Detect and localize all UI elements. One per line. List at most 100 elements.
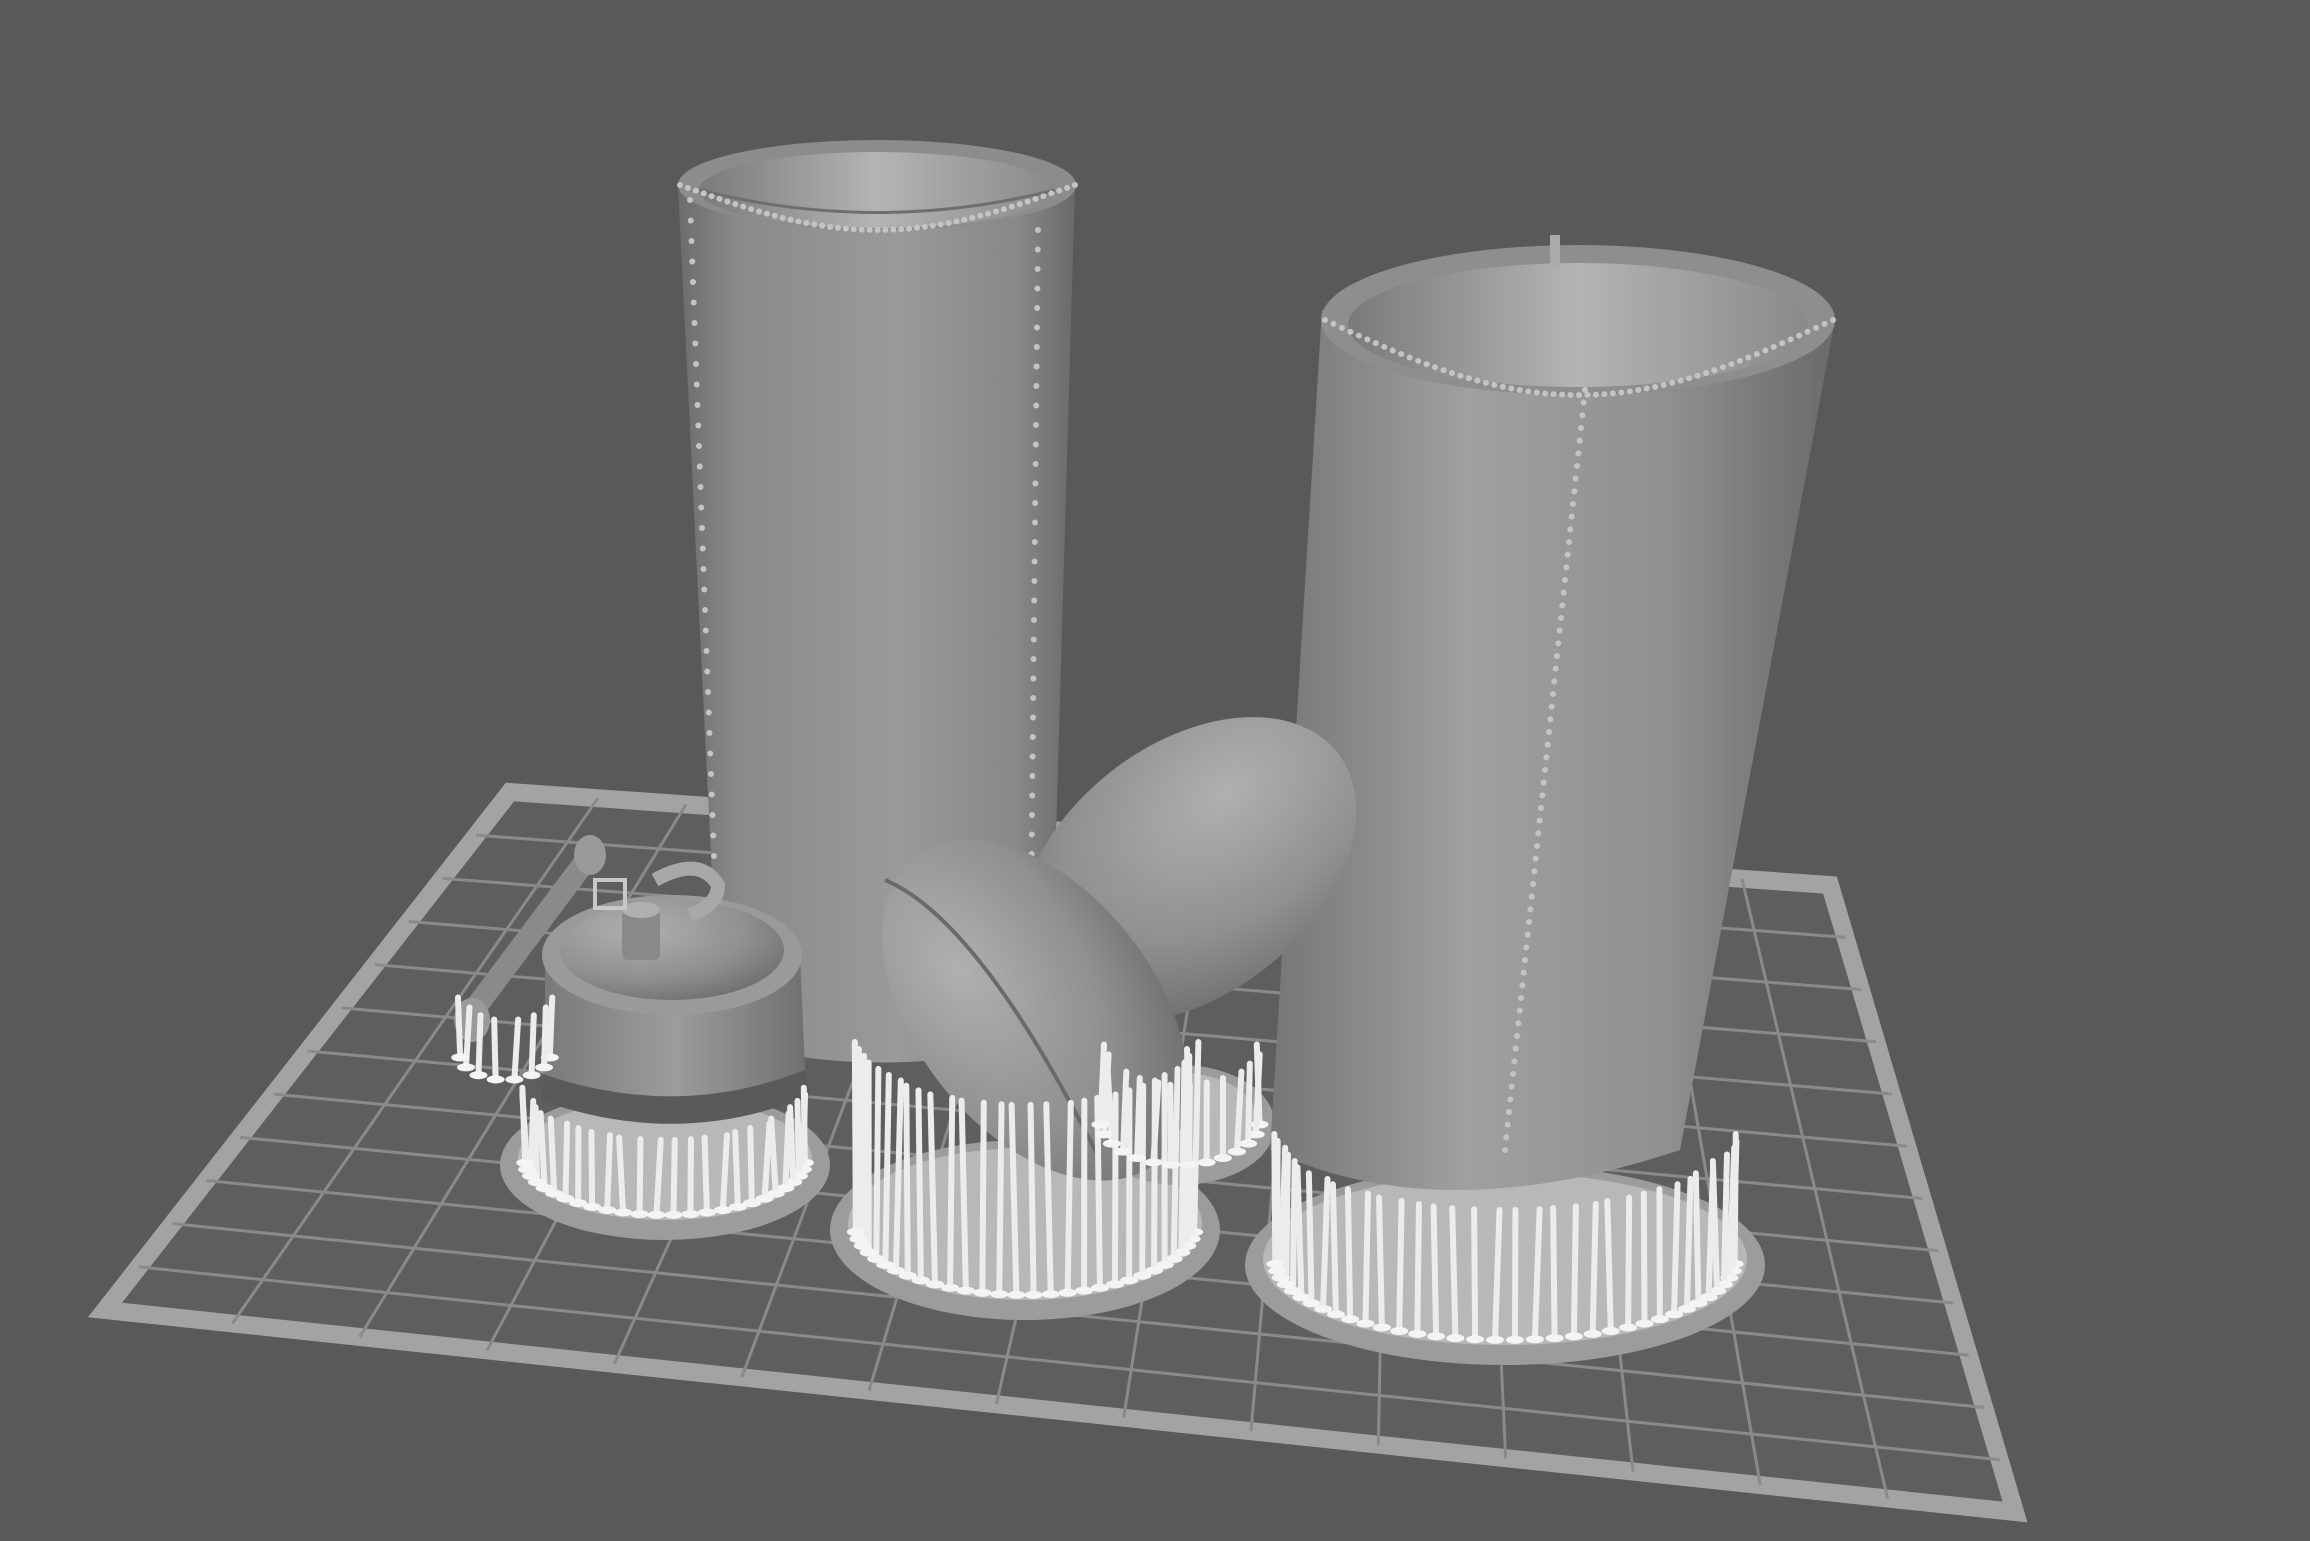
support-pillar: [918, 1090, 920, 1280]
rivet: [1491, 382, 1497, 388]
rivet: [1025, 199, 1031, 205]
rivet: [1805, 329, 1811, 335]
rivet: [1541, 780, 1547, 786]
rivet: [1547, 716, 1553, 722]
rivet: [1703, 370, 1709, 376]
rivet: [1830, 317, 1836, 323]
support-foot: [1114, 1148, 1132, 1156]
rivet: [1530, 881, 1536, 887]
rivet: [1661, 382, 1667, 388]
rivet: [1031, 598, 1037, 604]
rivet: [1562, 577, 1568, 583]
rivet: [689, 238, 695, 244]
rivet: [1593, 392, 1599, 398]
rivet: [1522, 957, 1528, 963]
rivet: [1031, 656, 1037, 662]
support-foot: [516, 1159, 534, 1167]
rivet: [1330, 321, 1336, 327]
rivet: [695, 402, 701, 408]
rivet: [1652, 384, 1658, 390]
support-pillar: [1452, 1208, 1455, 1338]
support-pillar: [1574, 1206, 1576, 1336]
support-pillar: [1474, 1209, 1475, 1339]
scene-canvas[interactable]: [0, 0, 2310, 1541]
rivet: [698, 505, 704, 511]
rivet: [1364, 336, 1370, 342]
rivet: [1034, 325, 1040, 331]
rivet: [993, 208, 999, 214]
rivet: [709, 193, 715, 199]
support-pillar: [982, 1103, 983, 1293]
support-pillar: [551, 1119, 554, 1194]
rivet: [701, 566, 707, 572]
support-foot: [698, 1208, 716, 1216]
support-pillar: [1417, 1204, 1419, 1334]
rivet: [1565, 552, 1571, 558]
support-foot: [1075, 1287, 1093, 1295]
support-pillar: [1644, 1194, 1645, 1324]
support-foot: [523, 1071, 541, 1079]
support-pillar: [876, 1069, 878, 1259]
rivet: [696, 443, 702, 449]
rivet: [938, 221, 944, 227]
rivet: [1510, 1071, 1516, 1077]
rivet: [1578, 425, 1584, 431]
rivet: [1029, 773, 1035, 779]
rivet: [1001, 206, 1007, 212]
rivet: [732, 201, 738, 207]
3d-viewport[interactable]: [0, 0, 2310, 1541]
support-foot: [681, 1210, 699, 1218]
support-foot: [1565, 1332, 1583, 1340]
rivet: [693, 188, 699, 194]
rivet: [1072, 182, 1078, 188]
support-pillar: [855, 1042, 856, 1232]
rivet: [796, 218, 802, 224]
support-foot: [1651, 1315, 1669, 1323]
support-foot: [1390, 1327, 1408, 1335]
support-foot: [1584, 1330, 1602, 1338]
rivet: [1539, 792, 1545, 798]
rivet: [1567, 526, 1573, 532]
rivet: [1601, 391, 1607, 397]
support-foot: [1025, 1291, 1043, 1299]
rivet: [859, 227, 865, 233]
rivet: [1618, 389, 1624, 395]
support-pillar: [1137, 1078, 1140, 1158]
support-pillar: [1553, 1208, 1554, 1338]
support-foot: [535, 1063, 553, 1071]
rivet: [1381, 344, 1387, 350]
rivet: [1579, 412, 1585, 418]
rivet: [788, 217, 794, 223]
support-foot: [1228, 1148, 1246, 1156]
rivet: [1515, 1020, 1521, 1026]
rivet: [1032, 520, 1038, 526]
rivet: [1521, 970, 1527, 976]
support-pillar: [785, 1113, 788, 1188]
rivet: [1559, 602, 1565, 608]
rivet: [1576, 392, 1582, 398]
rivet: [1339, 325, 1345, 331]
rivet: [1543, 754, 1549, 760]
support-foot: [1042, 1290, 1060, 1298]
rivet: [1505, 1122, 1511, 1128]
support-foot: [1162, 1161, 1180, 1169]
rivet: [1507, 1096, 1513, 1102]
rivet: [1571, 488, 1577, 494]
rivet: [704, 669, 710, 675]
rivet: [1474, 378, 1480, 384]
support-foot: [457, 1063, 475, 1071]
rivet: [1457, 373, 1463, 379]
support-foot: [469, 1071, 487, 1079]
rivet: [1424, 361, 1430, 367]
rivet: [1561, 590, 1567, 596]
rivet: [914, 225, 920, 231]
rivet: [1032, 559, 1038, 565]
support-pillar: [735, 1132, 738, 1207]
rivet: [699, 525, 705, 531]
rivet: [685, 185, 691, 191]
support-foot: [1268, 1267, 1286, 1275]
support-pillar: [1365, 1194, 1367, 1324]
rivet: [1568, 392, 1574, 398]
rivet: [1031, 637, 1037, 643]
support-foot: [1486, 1336, 1504, 1344]
